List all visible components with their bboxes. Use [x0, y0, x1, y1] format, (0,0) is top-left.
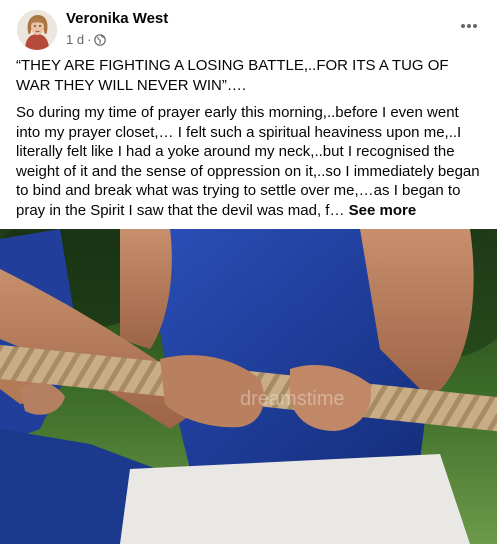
globe-icon[interactable] [94, 33, 107, 46]
post-headline: “THEY ARE FIGHTING A LOSING BATTLE,..FOR… [16, 57, 449, 94]
avatar-portrait [17, 10, 57, 50]
more-options-button[interactable] [457, 16, 481, 36]
author-name[interactable]: Veronika West [66, 10, 168, 27]
post-meta: 1 d · [66, 32, 107, 47]
post-timestamp[interactable]: 1 d [66, 32, 84, 47]
photo-watermark: dreamstime [240, 388, 344, 410]
post-header: Veronika West 1 d · [0, 0, 497, 52]
author-avatar[interactable] [17, 10, 57, 50]
meta-separator: · [87, 32, 92, 47]
facebook-post: Veronika West 1 d · “THEY ARE FIGHTING A… [0, 0, 497, 544]
post-photo[interactable]: dreamstime [0, 229, 497, 544]
post-body-paragraph: So during my time of prayer early this m… [16, 103, 484, 220]
more-horizontal-icon [461, 24, 477, 28]
tug-of-war-photo: dreamstime [0, 229, 497, 544]
post-message: “THEY ARE FIGHTING A LOSING BATTLE,..FOR… [16, 56, 484, 228]
see-more-link[interactable]: See more [349, 202, 417, 219]
